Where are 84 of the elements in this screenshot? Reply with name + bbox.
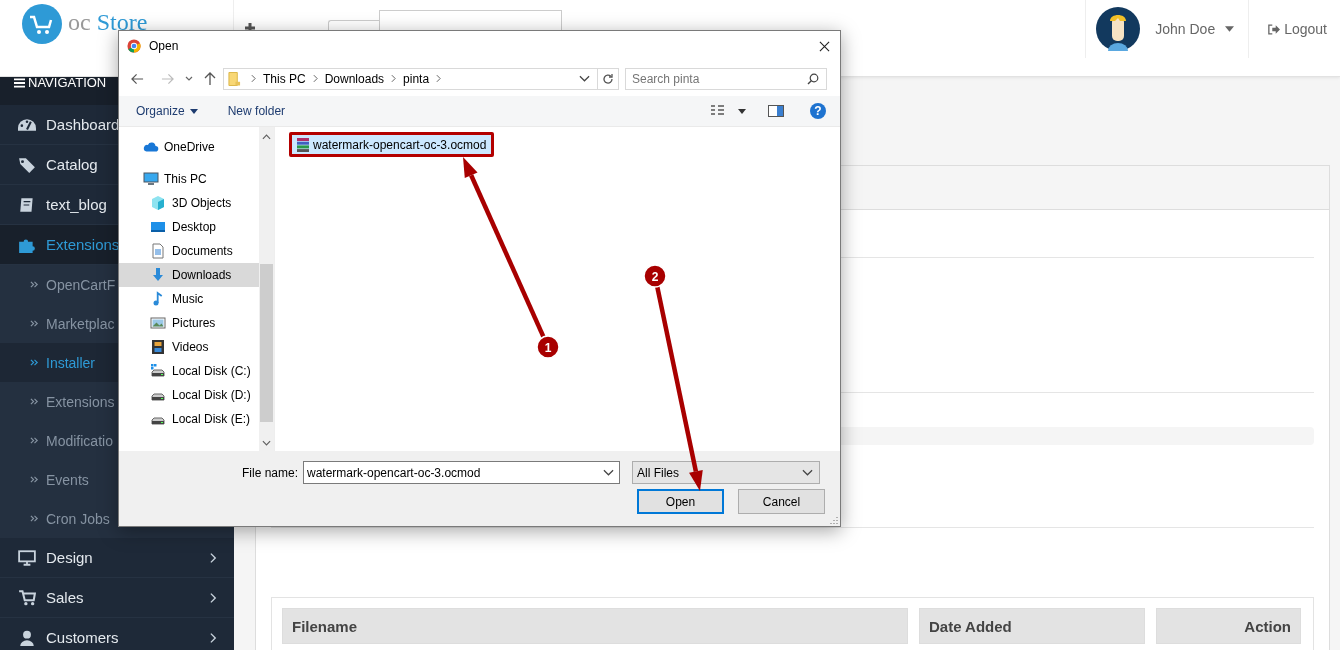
scrollbar[interactable] <box>259 127 274 451</box>
open-button[interactable]: Open <box>637 489 724 514</box>
user-menu[interactable]: John Doe <box>1085 0 1250 58</box>
download-icon <box>150 267 166 283</box>
sidebar-item[interactable]: Customers <box>0 618 234 650</box>
dropdown-caret-icon[interactable] <box>185 76 193 81</box>
scroll-down-icon[interactable] <box>262 440 271 446</box>
folder-icon <box>228 70 241 87</box>
view-options-icon[interactable] <box>710 104 726 118</box>
close-icon[interactable] <box>819 40 830 52</box>
file-name-label: File name: <box>240 465 299 480</box>
gauge-icon <box>18 118 36 131</box>
refresh-icon <box>602 72 614 85</box>
user-icon <box>18 628 36 647</box>
drive-icon <box>150 363 166 379</box>
column-header: Date Added <box>919 608 1145 644</box>
submenu-item[interactable]: Events <box>0 460 234 499</box>
nav-tree-item[interactable]: Pictures <box>119 311 259 335</box>
logo-text: oc Store <box>68 10 148 34</box>
film-icon <box>150 339 166 355</box>
monitor-icon <box>18 548 36 567</box>
chevron-icon <box>210 591 217 604</box>
file-type-select[interactable]: All Files <box>632 461 820 484</box>
navigation-heading: NAVIGATION <box>28 77 107 89</box>
step-badge: 1 <box>536 335 560 359</box>
dropdown-caret-icon[interactable] <box>579 75 590 82</box>
browser-icon <box>127 39 141 53</box>
search-field[interactable]: Search pinta <box>625 67 827 90</box>
tag-icon <box>18 155 36 174</box>
dropdown-caret-icon <box>603 469 614 476</box>
nav-tree-item[interactable]: Music <box>119 287 259 311</box>
nav-tree-item[interactable]: Downloads <box>119 263 259 287</box>
double-chevron-icon <box>30 475 39 484</box>
double-chevron-icon <box>30 280 39 289</box>
cart-logo-icon <box>22 4 62 44</box>
scroll-up-icon[interactable] <box>262 134 271 140</box>
double-chevron-icon <box>30 397 39 406</box>
breadcrumb[interactable]: This PC <box>263 71 306 86</box>
chevron-icon <box>210 631 217 644</box>
chevron-icon <box>436 74 442 83</box>
file-item[interactable]: watermark-opencart-oc-3.ocmod <box>291 134 493 155</box>
nav-tree-item[interactable]: Local Disk (E:) <box>119 407 259 431</box>
double-chevron-icon <box>30 358 39 367</box>
step-badge: 2 <box>643 264 667 288</box>
picture-icon <box>150 315 166 331</box>
sidebar-item[interactable]: Sales <box>0 578 234 618</box>
logout-link[interactable]: Logout <box>1249 0 1340 58</box>
caret-icon <box>1225 26 1235 32</box>
chevron-icon <box>391 74 397 83</box>
computer-icon <box>143 171 159 187</box>
archive-icon <box>295 136 311 153</box>
cart-icon <box>18 588 36 607</box>
file-name-field[interactable]: watermark-opencart-oc-3.ocmod <box>303 461 620 484</box>
nav-tree-item[interactable]: Local Disk (D:) <box>119 383 259 407</box>
chevron-icon <box>312 74 318 83</box>
document-icon <box>150 243 166 259</box>
preview-pane-icon[interactable] <box>768 105 784 117</box>
help-button[interactable]: ? <box>810 103 826 119</box>
column-header: Filename <box>282 608 908 644</box>
search-icon <box>807 72 819 85</box>
caret-icon[interactable] <box>738 108 746 114</box>
back-arrow-icon[interactable] <box>131 72 144 85</box>
column-header: Action <box>1156 608 1301 644</box>
book-icon <box>18 195 36 214</box>
avatar-icon <box>1096 7 1141 51</box>
cancel-button[interactable]: Cancel <box>738 489 825 514</box>
logout-icon <box>1268 23 1281 35</box>
dropdown-caret-icon <box>802 469 813 476</box>
chevron-icon <box>251 74 256 83</box>
double-chevron-icon <box>30 319 39 328</box>
breadcrumb[interactable]: Downloads <box>324 71 385 86</box>
window-title: Open <box>149 39 179 53</box>
double-chevron-icon <box>30 514 39 523</box>
breadcrumb[interactable]: pinta <box>403 71 430 86</box>
up-arrow-icon[interactable] <box>204 71 216 86</box>
sidebar-item[interactable]: Design <box>0 538 234 578</box>
resize-grip-icon[interactable] <box>830 516 838 524</box>
submenu-item[interactable]: Cron Jobs <box>0 499 234 538</box>
address-bar[interactable]: This PC Downloads pinta <box>223 67 619 90</box>
double-chevron-icon <box>30 436 39 445</box>
cube-icon <box>150 195 166 211</box>
caret-icon <box>189 108 198 114</box>
chevron-icon <box>210 551 217 564</box>
monitor-icon <box>150 219 166 235</box>
